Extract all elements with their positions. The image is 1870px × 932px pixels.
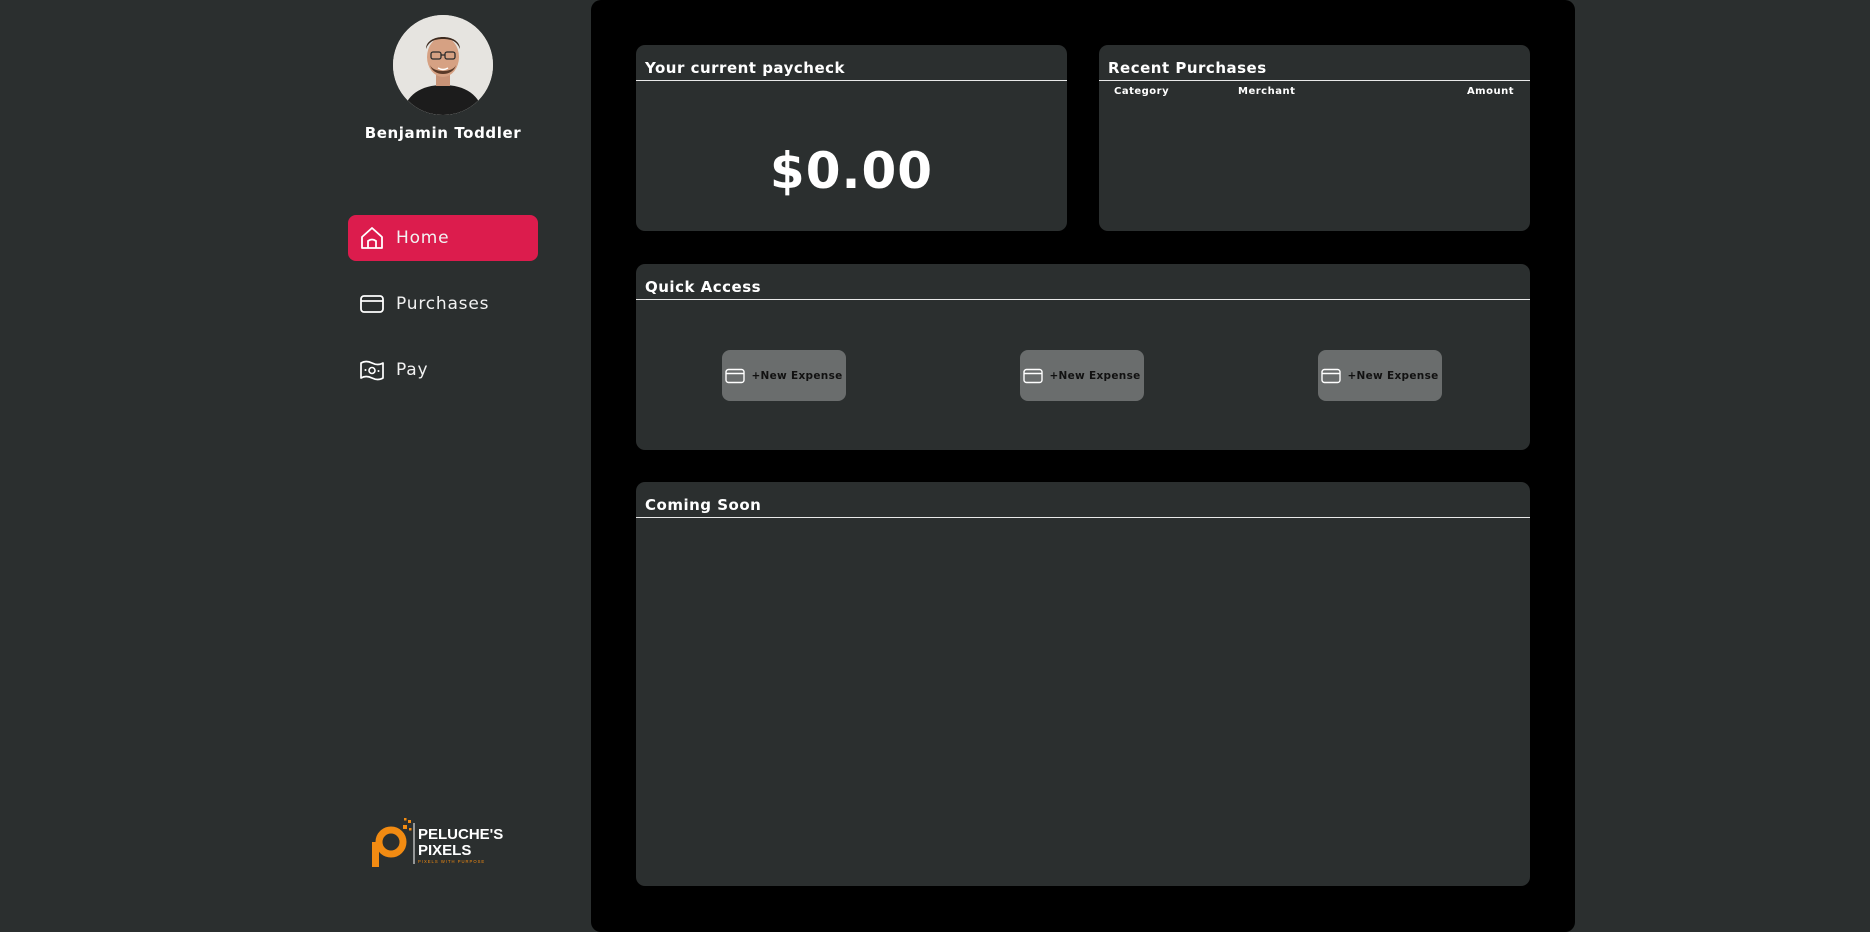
recent-purchases-card: Recent Purchases Category Merchant Amoun… — [1099, 45, 1530, 231]
svg-text:PIXELS: PIXELS — [418, 842, 471, 859]
nav-label-pay: Pay — [396, 360, 429, 380]
new-expense-button[interactable]: +New Expense — [1020, 350, 1144, 401]
column-header-merchant: Merchant — [1238, 86, 1296, 97]
new-expense-label: +New Expense — [751, 369, 843, 382]
quick-access-card: Quick Access +New Expense +New Expense +… — [636, 264, 1530, 450]
nav-label-home: Home — [396, 228, 450, 248]
credit-card-icon — [1321, 367, 1343, 385]
credit-card-icon — [359, 291, 385, 317]
svg-text:PIXELS WITH PURPOSE: PIXELS WITH PURPOSE — [418, 859, 485, 864]
paycheck-card: Your current paycheck $0.00 — [636, 45, 1067, 231]
credit-card-icon — [1023, 367, 1045, 385]
new-expense-button[interactable]: +New Expense — [722, 350, 846, 401]
nav-item-purchases[interactable]: Purchases — [348, 281, 538, 327]
main-content: Your current paycheck $0.00 Recent Purch… — [591, 0, 1575, 932]
home-icon — [359, 225, 385, 251]
new-expense-button[interactable]: +New Expense — [1318, 350, 1442, 401]
profile-photo — [393, 15, 493, 115]
recent-purchases-title: Recent Purchases — [1099, 45, 1530, 81]
quick-access-title: Quick Access — [636, 264, 1530, 300]
paycheck-title: Your current paycheck — [636, 45, 1067, 81]
coming-soon-title: Coming Soon — [636, 482, 1530, 518]
brand-logo: PELUCHE'S PIXELS PIXELS WITH PURPOSE — [369, 815, 529, 871]
money-map-icon — [359, 357, 385, 383]
coming-soon-card: Coming Soon — [636, 482, 1530, 886]
nav-label-purchases: Purchases — [396, 294, 490, 314]
column-header-category: Category — [1114, 86, 1170, 97]
sidebar: Benjamin Toddler Home Purchases Pay PELU… — [0, 0, 590, 932]
svg-text:PELUCHE'S: PELUCHE'S — [418, 826, 503, 843]
user-name: Benjamin Toddler — [364, 124, 522, 142]
nav-item-home[interactable]: Home — [348, 215, 538, 261]
paycheck-amount: $0.00 — [769, 142, 934, 200]
credit-card-icon — [725, 367, 747, 385]
avatar[interactable] — [393, 15, 493, 115]
nav-item-pay[interactable]: Pay — [348, 347, 538, 393]
new-expense-label: +New Expense — [1347, 369, 1439, 382]
purchases-table-header: Category Merchant Amount — [1099, 81, 1530, 101]
new-expense-label: +New Expense — [1049, 369, 1141, 382]
column-header-amount: Amount — [1466, 86, 1514, 97]
